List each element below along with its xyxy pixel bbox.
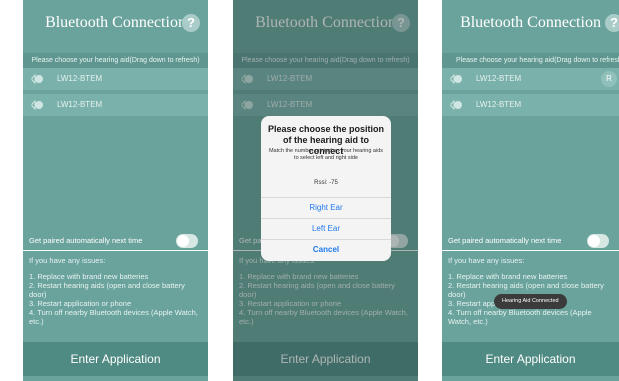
hearing-aid-icon	[31, 73, 43, 85]
right-ear-badge: R	[601, 71, 617, 87]
device-name: LW12-BTEM	[57, 74, 103, 83]
auto-pair-row: Get paired automatically next time	[442, 232, 619, 251]
device-list-item[interactable]: LW12-BTEM	[23, 94, 208, 116]
issue-item: 4. Turn off nearby Bluetooth devices (Ap…	[29, 308, 198, 326]
issue-item: 1. Replace with brand new batteries	[29, 272, 149, 281]
device-list-item[interactable]: LW12-BTEM	[442, 94, 619, 116]
screen-title: Bluetooth Connection	[45, 14, 186, 31]
hearing-aid-icon	[450, 99, 462, 111]
list-empty-area	[442, 122, 619, 230]
auto-pair-toggle[interactable]	[587, 234, 609, 248]
toggle-knob	[588, 235, 600, 247]
rssi-value: Rssi: -75	[314, 180, 338, 186]
issues-title: If you have any issues:	[448, 256, 525, 265]
device-name: LW12-BTEM	[476, 100, 522, 109]
device-name: LW12-BTEM	[57, 100, 103, 109]
help-button[interactable]: ?	[605, 14, 619, 32]
toggle-knob	[177, 235, 189, 247]
help-button[interactable]: ?	[182, 14, 200, 32]
screen-device-list: Bluetooth Connection ? Please choose you…	[23, 0, 208, 381]
dialog-subtitle: Match the number printed on your hearing…	[268, 148, 384, 161]
auto-pair-toggle[interactable]	[176, 234, 198, 248]
device-list-item[interactable]: LW12-BTEM R	[442, 68, 619, 90]
screen-connected: Bluetooth Connection ? Please choose you…	[442, 0, 619, 381]
enter-application-button[interactable]: Enter Application	[23, 342, 208, 376]
hearing-aid-icon	[31, 99, 43, 111]
issues-section: If you have any issues: 1. Replace with …	[29, 256, 204, 326]
list-empty-area	[23, 122, 208, 230]
auto-pair-row: Get paired automatically next time	[23, 232, 208, 251]
instruction-text: Please choose your hearing aid(Drag down…	[442, 53, 619, 69]
cancel-button[interactable]: Cancel	[261, 239, 391, 260]
issue-item: 3. Restart application or phone	[29, 299, 132, 308]
connected-toast: Hearing Aid Connected	[494, 294, 567, 309]
issue-item: 4. Turn off nearby Bluetooth devices (Ap…	[448, 308, 592, 326]
right-ear-button[interactable]: Right Ear	[261, 197, 391, 218]
issue-item: 2. Restart hearing aids (open and close …	[29, 281, 185, 299]
instruction-text: Please choose your hearing aid(Drag down…	[23, 53, 208, 69]
device-name: LW12-BTEM	[476, 74, 522, 83]
device-list-item[interactable]: LW12-BTEM	[23, 68, 208, 90]
auto-pair-label: Get paired automatically next time	[448, 236, 562, 245]
hearing-aid-icon	[450, 73, 462, 85]
auto-pair-label: Get paired automatically next time	[29, 236, 143, 245]
screen-title: Bluetooth Connection	[460, 14, 601, 31]
issues-title: If you have any issues:	[29, 256, 106, 265]
enter-application-button[interactable]: Enter Application	[442, 342, 619, 376]
ear-position-dialog: Please choose the position of the hearin…	[261, 116, 391, 261]
issue-item: 1. Replace with brand new batteries	[448, 272, 568, 281]
screen-ear-selection: Bluetooth Connection ? Please choose you…	[233, 0, 418, 381]
issues-section: If you have any issues: 1. Replace with …	[448, 256, 615, 326]
left-ear-button[interactable]: Left Ear	[261, 218, 391, 239]
